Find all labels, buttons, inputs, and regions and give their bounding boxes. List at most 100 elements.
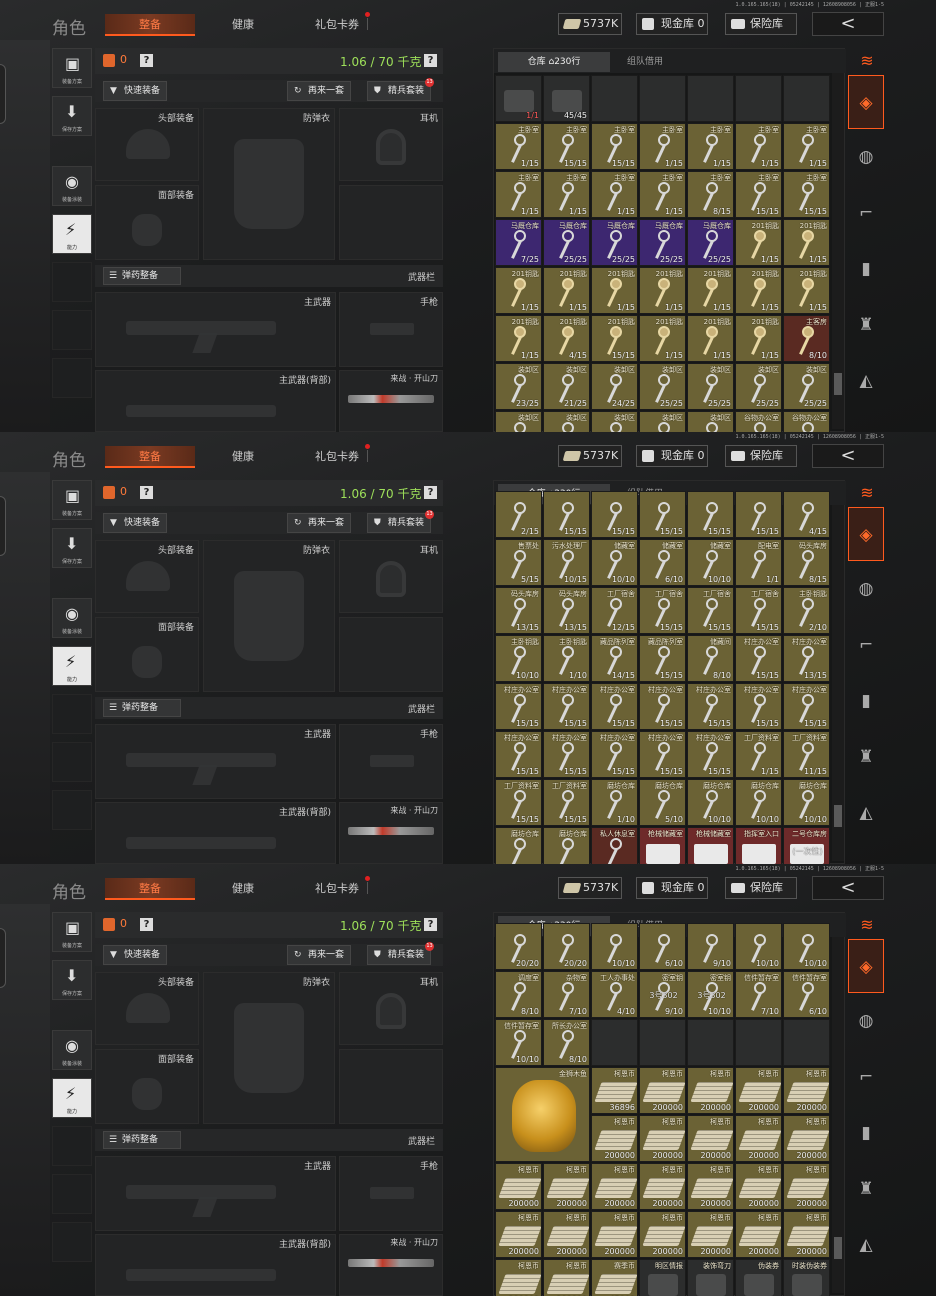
stash-item-key[interactable]: 201钥匙 4/15: [543, 315, 590, 362]
stash-item-key[interactable]: 私人休息室: [591, 827, 638, 864]
stash-item-money[interactable]: 柯恩币 200000: [687, 1115, 734, 1162]
face-slot[interactable]: 面部装备: [95, 1049, 199, 1124]
tab-team-borrow[interactable]: 组队借用: [610, 52, 680, 72]
stash-item-key[interactable]: 配电室 1/1: [735, 539, 782, 586]
stash-item-item[interactable]: 明区情报: [639, 1259, 686, 1296]
stash-item-key[interactable]: 201钥匙 1/15: [495, 315, 542, 362]
quick-equip-button[interactable]: ▼ 快速装备: [103, 81, 168, 101]
stash-item-key[interactable]: 装卸区: [591, 411, 638, 432]
stash-item-money[interactable]: 赛季币45000: [591, 1259, 638, 1296]
stash-item-item[interactable]: 装饰弯刀: [687, 1259, 734, 1296]
stash-item-item[interactable]: 45/45: [543, 75, 590, 122]
category-magazines[interactable]: ▮: [848, 674, 884, 728]
stash-item-key[interactable]: 杂物室 7/10: [543, 971, 590, 1018]
armor-slot[interactable]: 防弹衣: [203, 108, 335, 260]
sidebar-item-skin[interactable]: ◉ 装备涂装: [52, 166, 92, 206]
category-magazines[interactable]: ▮: [848, 242, 884, 296]
stash-item-key[interactable]: 装卸区 23/25: [495, 363, 542, 410]
armor-slot[interactable]: 防弹衣: [203, 972, 335, 1124]
stash-item-key[interactable]: 装卸区: [687, 411, 734, 432]
stash-item-key[interactable]: 主卧室 8/15: [687, 171, 734, 218]
tab-gift-coupons[interactable]: 礼包卡券: [292, 876, 382, 900]
help-icon[interactable]: ?: [140, 486, 153, 499]
tab-health[interactable]: 健康: [198, 446, 288, 468]
stash-item-key[interactable]: 藏品陈列室 15/15: [639, 635, 686, 682]
stash-item-key[interactable]: 主卧室 1/15: [543, 171, 590, 218]
stash-item-key[interactable]: 装卸区: [639, 411, 686, 432]
stash-item-key[interactable]: 15/15: [687, 491, 734, 538]
primary-weapon-slot[interactable]: 主武器: [95, 724, 336, 799]
stash-item-money[interactable]: 柯恩币 200000: [735, 1163, 782, 1210]
primary-back-slot[interactable]: 主武器(背部): [95, 1234, 336, 1296]
stash-item-key[interactable]: 村庄办公室 13/15: [783, 635, 830, 682]
sort-stack-icon[interactable]: ≋: [852, 480, 882, 506]
stash-item-key[interactable]: 工人办事处 4/10: [591, 971, 638, 1018]
stash-item-key[interactable]: 工厂宿舍 15/15: [639, 587, 686, 634]
stash-item-key[interactable]: 马厩仓库 25/25: [543, 219, 590, 266]
armor-slot[interactable]: 防弹衣: [203, 540, 335, 692]
sort-stack-icon[interactable]: ≋: [852, 48, 882, 74]
stash-item-key[interactable]: 主卧室 1/15: [687, 123, 734, 170]
stash-item-key[interactable]: 工厂资料室 15/15: [543, 779, 590, 826]
scroll-thumb[interactable]: [834, 1237, 842, 1259]
stash-item-key[interactable]: 装卸区: [543, 411, 590, 432]
stash-item-card[interactable]: 枪械储藏室: [639, 827, 686, 864]
stash-item-money[interactable]: 柯恩币 200000: [591, 1163, 638, 1210]
stash-item-key[interactable]: 20/20: [495, 923, 542, 970]
stash-item-key[interactable]: 信件暂存室 6/10: [783, 971, 830, 1018]
ammo-prep-button[interactable]: ☰ 弹药整备: [103, 267, 181, 285]
stash-item-money[interactable]: 柯恩币 200000: [639, 1211, 686, 1258]
elite-kit-button[interactable]: ⛊ 精兵套装 13: [367, 942, 435, 965]
stash-item-money[interactable]: 柯恩币 200000: [495, 1211, 542, 1258]
headset-slot[interactable]: 耳机: [339, 972, 443, 1045]
sidebar-item-loadout[interactable]: ▣ 装备方案: [52, 480, 92, 520]
stash-item-key[interactable]: 装卸区 24/25: [591, 363, 638, 410]
stash-item-key[interactable]: 201钥匙 1/15: [687, 315, 734, 362]
stash-item-item[interactable]: 时装伪装券: [783, 1259, 830, 1296]
stash-item-key[interactable]: 村庄办公室 15/15: [735, 683, 782, 730]
category-all[interactable]: ◈: [848, 507, 884, 561]
stash-item-key[interactable]: 磨坊仓库 10/10: [735, 779, 782, 826]
stash-item-key[interactable]: 15/15: [735, 491, 782, 538]
stash-item-key[interactable]: 储藏室 6/10: [639, 539, 686, 586]
stash-item-key[interactable]: 装卸区 25/25: [783, 363, 830, 410]
stash-item-key[interactable]: 马厩仓库 7/25: [495, 219, 542, 266]
weight-help-icon[interactable]: ?: [424, 486, 437, 499]
stash-item-key[interactable]: 村庄办公室 15/15: [687, 683, 734, 730]
stash-item-key[interactable]: 主卧钥匙 2/10: [783, 587, 830, 634]
stash-item-key[interactable]: 码头库房 13/15: [543, 587, 590, 634]
stash-item-key[interactable]: 201钥匙 15/15: [591, 315, 638, 362]
accessory-slot[interactable]: [339, 185, 443, 260]
stash-item-key[interactable]: 201钥匙 1/15: [543, 267, 590, 314]
stash-item-money[interactable]: 柯恩币 200000: [687, 1211, 734, 1258]
stash-item-key[interactable]: 藏品陈列室 14/15: [591, 635, 638, 682]
stash-item-money[interactable]: 柯恩币 200000: [783, 1067, 830, 1114]
primary-weapon-slot[interactable]: 主武器: [95, 1156, 336, 1231]
category-armor[interactable]: ◍: [848, 994, 884, 1048]
category-magazines[interactable]: ▮: [848, 1106, 884, 1160]
stash-item-money[interactable]: 柯恩币 200000: [687, 1163, 734, 1210]
sidebar-item-loadout[interactable]: ▣ 装备方案: [52, 912, 92, 952]
stash-item-key[interactable]: 装卸区 25/25: [639, 363, 686, 410]
melee-slot[interactable]: 来战 · 开山刀: [339, 1234, 443, 1296]
accessory-slot[interactable]: [339, 617, 443, 692]
pistol-slot[interactable]: 手枪: [339, 292, 443, 367]
category-armor[interactable]: ◍: [848, 130, 884, 184]
stash-item-key[interactable]: 201钥匙 1/15: [495, 267, 542, 314]
stash-item-key[interactable]: 201钥匙 1/15: [639, 267, 686, 314]
stash-item-key[interactable]: 工厂宿舍 15/15: [735, 587, 782, 634]
helmet-slot[interactable]: 头部装备: [95, 108, 199, 181]
stash-item-key[interactable]: 谷物办公室: [783, 411, 830, 432]
stash-item-money[interactable]: 柯恩币 200000: [639, 1115, 686, 1162]
stash-item-money[interactable]: 柯恩币 200000: [591, 1211, 638, 1258]
stash-item-money[interactable]: 柯恩币 200000: [783, 1115, 830, 1162]
stash-item-key[interactable]: 201钥匙 1/15: [783, 219, 830, 266]
stash-item-key[interactable]: 密室钥 3号302 9/10: [639, 971, 686, 1018]
stash-item-key[interactable]: 工厂资料室 1/15: [735, 731, 782, 778]
left-edge-tab[interactable]: [0, 928, 6, 988]
stash-item-key[interactable]: 15/15: [639, 491, 686, 538]
stash-item-key[interactable]: 主卧室 1/15: [639, 171, 686, 218]
stash-item-key[interactable]: 201钥匙 1/15: [783, 267, 830, 314]
stash-item-key[interactable]: 主卧钥匙 1/10: [543, 635, 590, 682]
category-loot[interactable]: ◭: [848, 354, 884, 408]
